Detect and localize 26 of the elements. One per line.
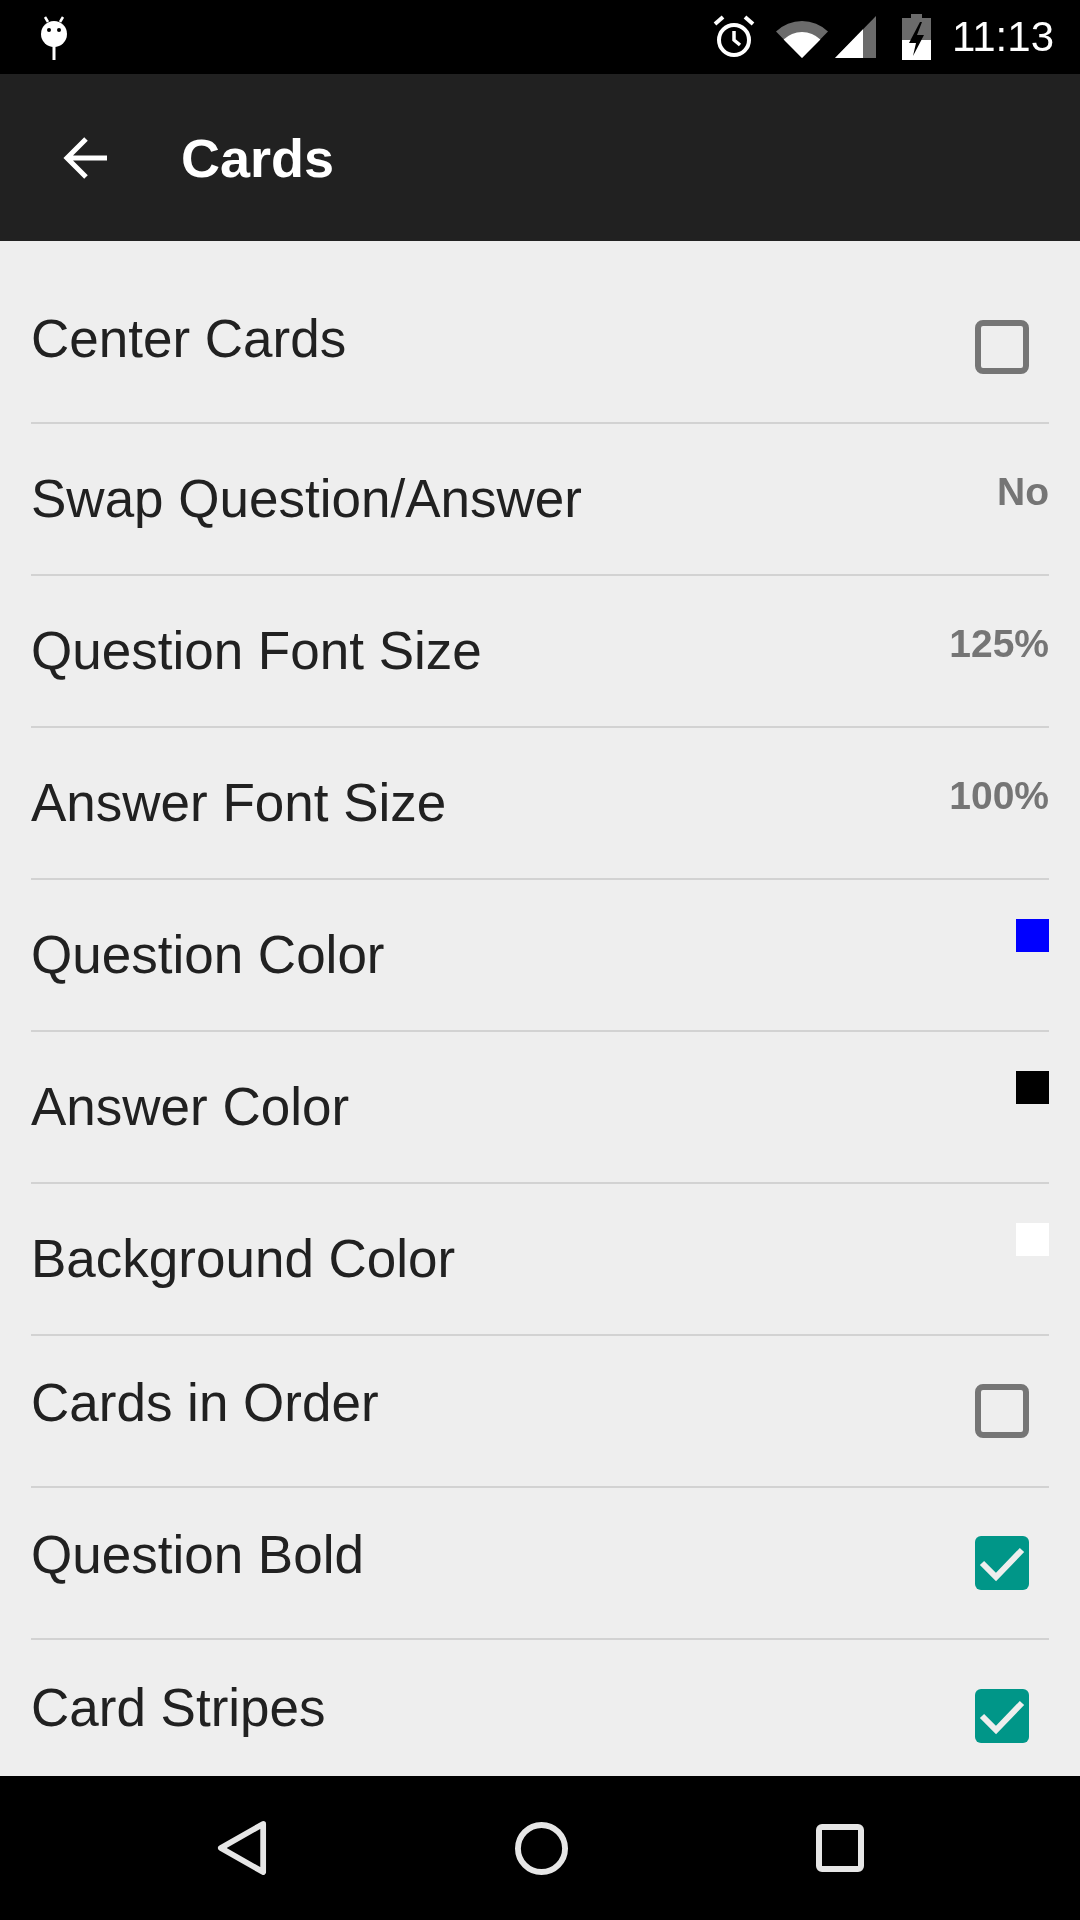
setting-label: Answer Color: [31, 1076, 350, 1138]
setting-value: No: [997, 469, 1049, 515]
setting-label: Question Color: [31, 924, 385, 986]
back-icon[interactable]: [216, 1820, 267, 1876]
setting-label: Swap Question/Answer: [31, 468, 582, 530]
alarm-clock-icon: [712, 15, 756, 59]
setting-value: 125%: [949, 621, 1049, 667]
recents-icon[interactable]: [815, 1824, 864, 1872]
setting-label: Card Stripes: [31, 1677, 326, 1739]
signal-icon: [835, 16, 876, 58]
setting-label: Background Color: [31, 1228, 456, 1290]
battery-charging-icon: [902, 14, 931, 60]
setting-label: Cards in Order: [31, 1372, 379, 1434]
robot-head-icon: [38, 14, 70, 60]
setting-label: Answer Font Size: [31, 772, 447, 834]
setting-label: Question Bold: [31, 1524, 364, 1586]
setting-label: Center Cards: [31, 308, 347, 370]
screen-title: Cards: [181, 126, 335, 190]
checkbox[interactable]: [975, 1384, 1029, 1438]
checkbox[interactable]: [975, 320, 1029, 374]
setting-label: Question Font Size: [31, 620, 482, 682]
checkbox[interactable]: [975, 1689, 1029, 1743]
checkbox[interactable]: [975, 1536, 1029, 1590]
home-icon[interactable]: [514, 1821, 568, 1875]
status-time: 11:13: [952, 12, 1054, 62]
setting-value: 100%: [949, 773, 1049, 819]
